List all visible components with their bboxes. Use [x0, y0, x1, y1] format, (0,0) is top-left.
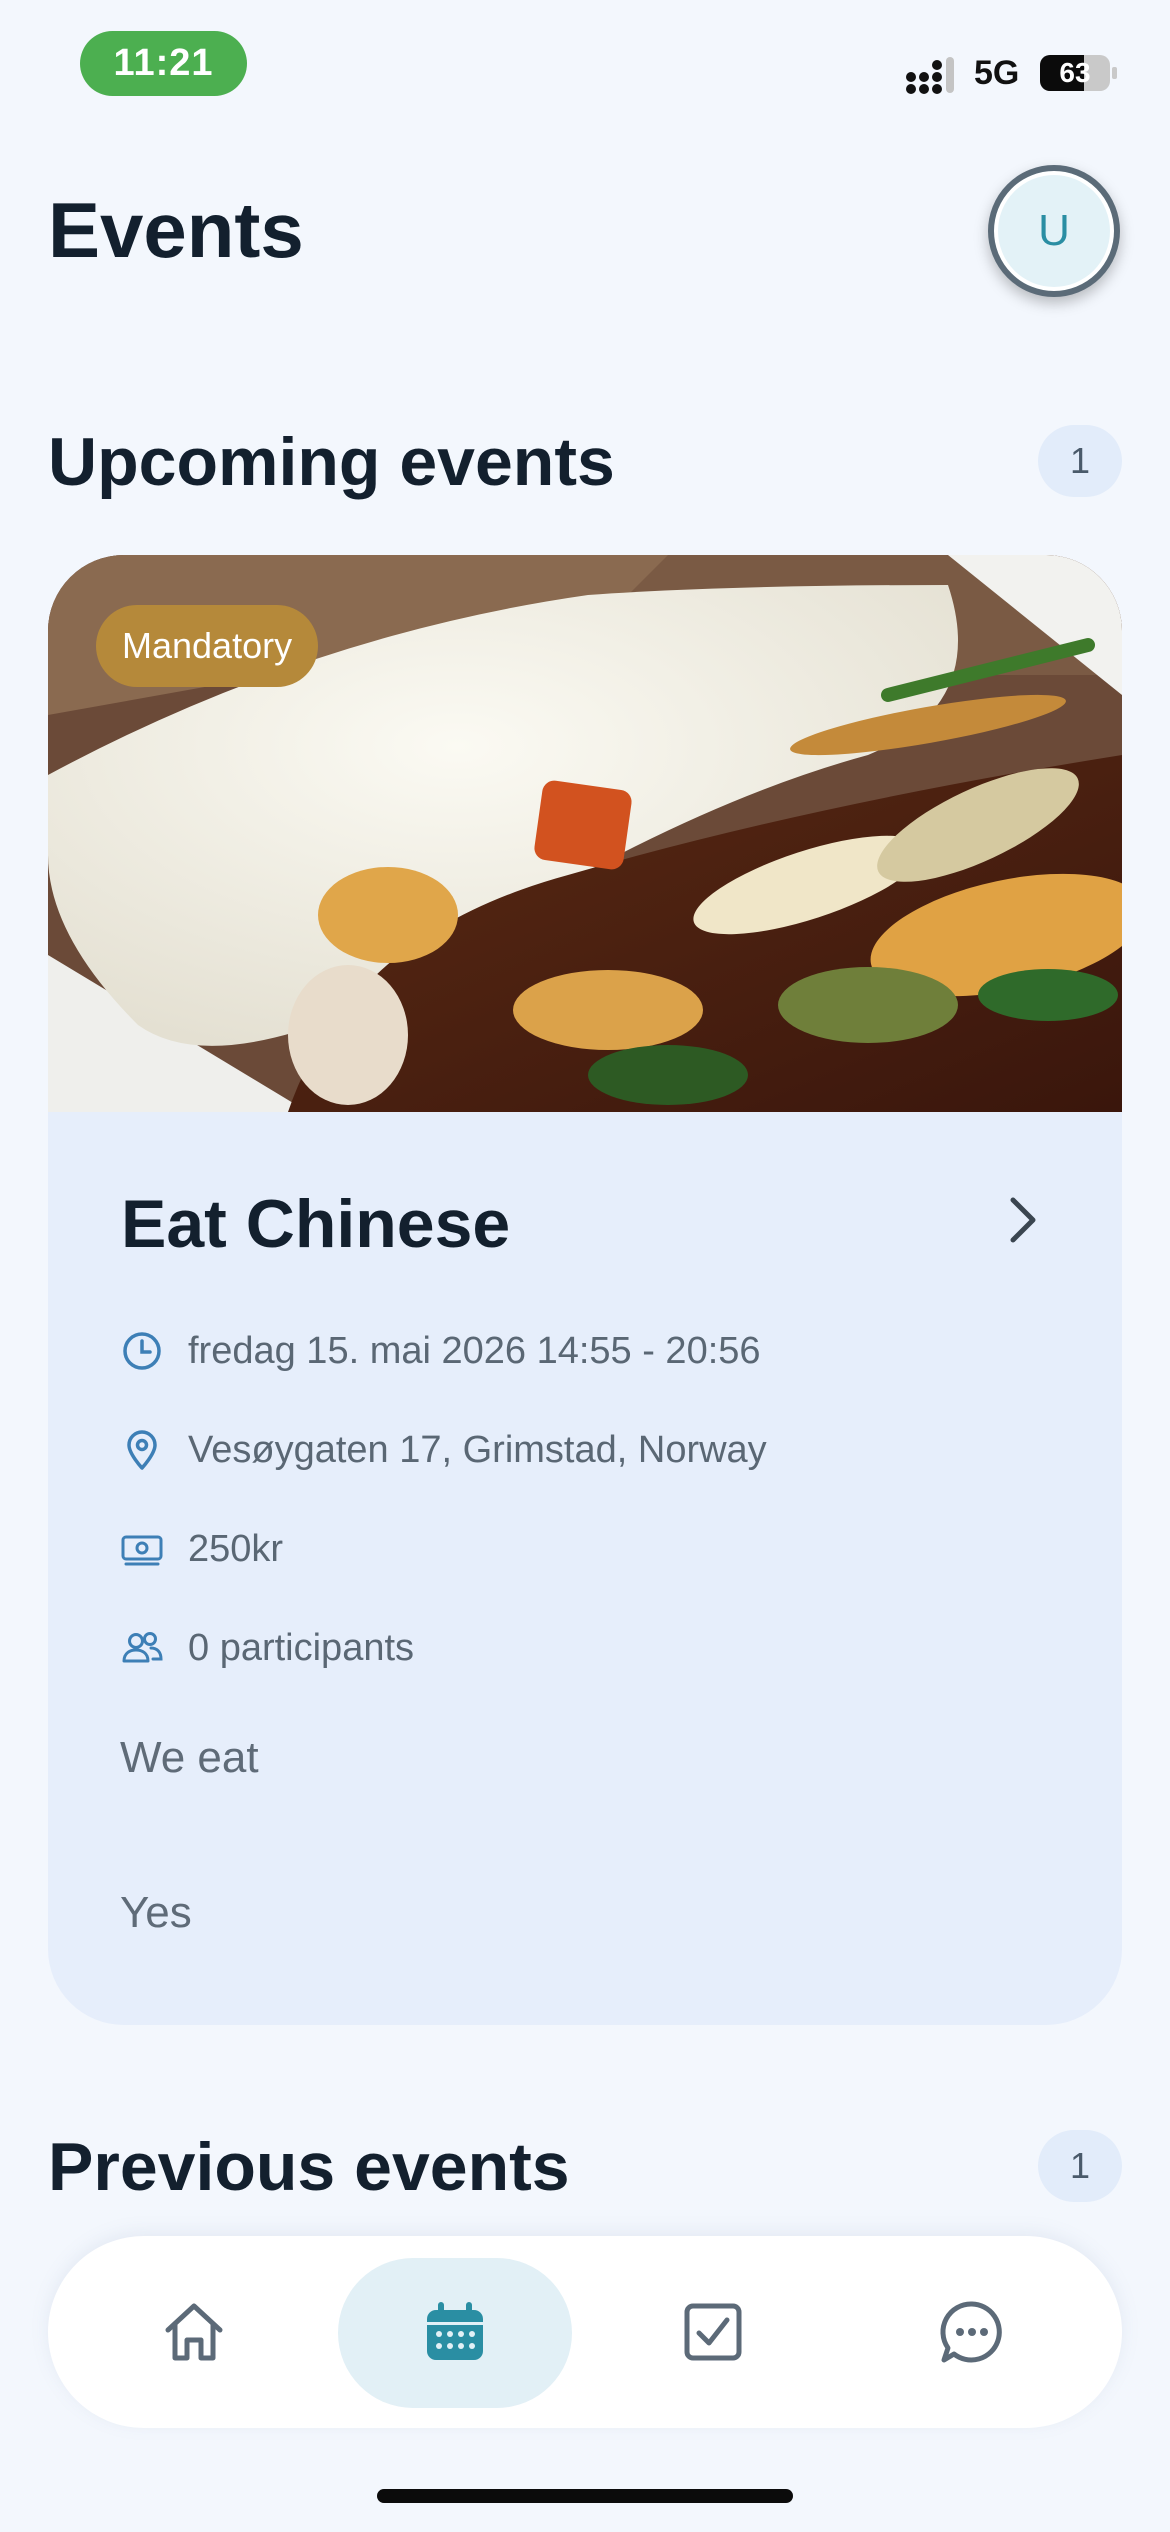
event-price-row: 250kr — [120, 1519, 283, 1579]
previous-count-badge: 1 — [1038, 2130, 1122, 2202]
event-participants-row: 0 participants — [120, 1618, 414, 1678]
checkbox-icon[interactable] — [679, 2298, 747, 2366]
event-title: Eat Chinese — [121, 1186, 511, 1262]
page-title: Events — [48, 186, 304, 274]
event-description-line2: Yes — [120, 1888, 192, 1937]
chat-icon[interactable] — [938, 2298, 1006, 2366]
mandatory-tag: Mandatory — [96, 605, 319, 687]
bottom-nav — [48, 2236, 1122, 2428]
chevron-right-icon[interactable] — [1003, 1190, 1043, 1250]
event-location: Vesøygaten 17, Grimstad, Norway — [188, 1428, 767, 1471]
battery-level: 63 — [1059, 57, 1091, 88]
clock-icon — [123, 1332, 161, 1370]
money-icon — [121, 1535, 163, 1566]
people-icon — [122, 1632, 163, 1663]
event-location-row: Vesøygaten 17, Grimstad, Norway — [120, 1420, 767, 1480]
event-datetime: fredag 15. mai 2026 14:55 - 20:56 — [188, 1329, 761, 1372]
status-time: 11:21 — [80, 31, 247, 96]
status-bar: 11:21 5G 63 — [0, 0, 1170, 130]
avatar[interactable]: U — [988, 165, 1120, 297]
location-pin-icon — [127, 1430, 157, 1470]
previous-events-title: Previous events — [48, 2129, 570, 2205]
battery-icon: 63 — [1040, 55, 1110, 91]
event-participants: 0 participants — [188, 1626, 415, 1669]
event-price: 250kr — [188, 1527, 284, 1570]
home-icon[interactable] — [160, 2298, 228, 2366]
network-type: 5G — [974, 54, 1020, 92]
event-description-line1: We eat — [120, 1733, 259, 1782]
battery-cap — [1112, 67, 1117, 79]
calendar-icon[interactable] — [421, 2298, 489, 2366]
home-indicator — [377, 2489, 793, 2503]
upcoming-events-title: Upcoming events — [48, 424, 615, 500]
event-datetime-row: fredag 15. mai 2026 14:55 - 20:56 — [120, 1321, 761, 1381]
event-card[interactable]: Mandatory Eat Chinese fredag 15. mai 202… — [48, 555, 1122, 2025]
upcoming-count-badge: 1 — [1038, 425, 1122, 497]
signal-icon — [906, 57, 954, 94]
